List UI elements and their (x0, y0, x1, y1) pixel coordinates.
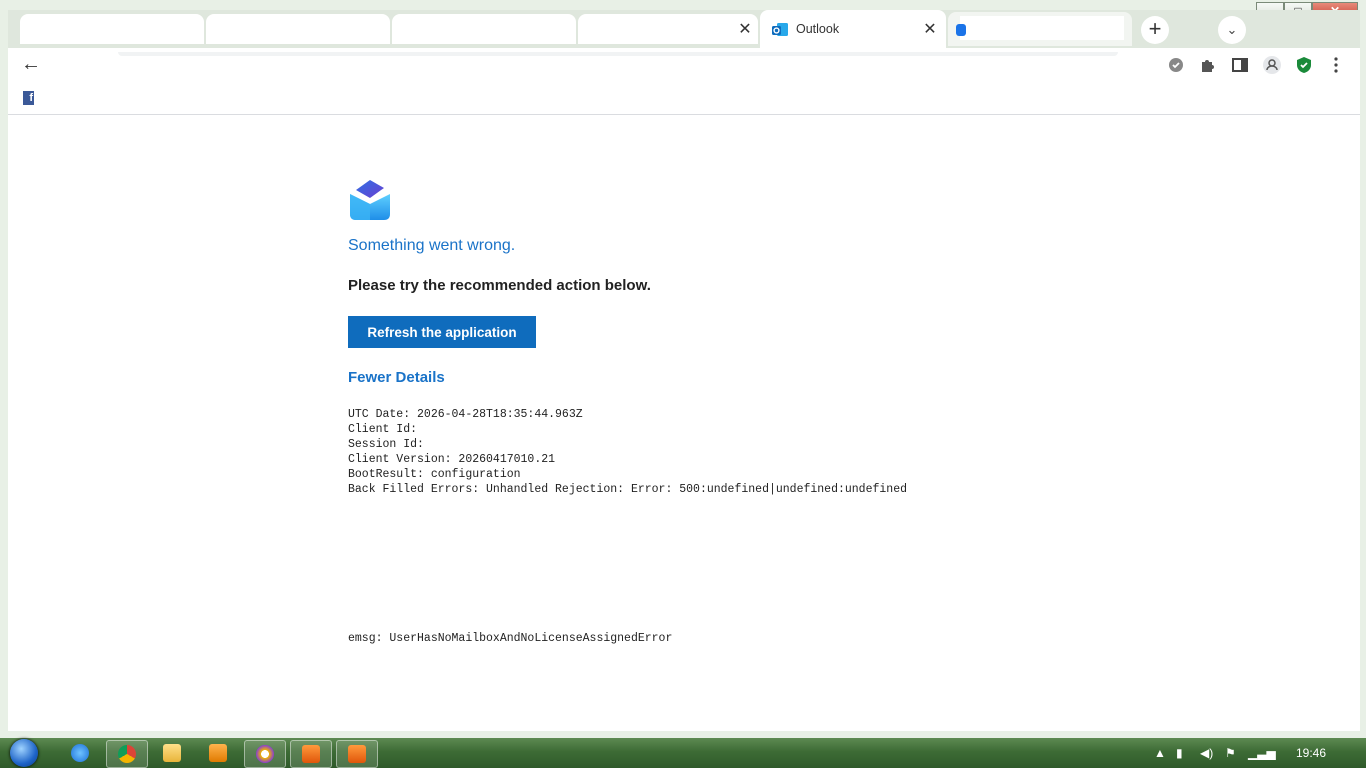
back-arrow-icon[interactable]: ← (20, 54, 42, 76)
tab-6[interactable] (948, 12, 1132, 46)
new-tab-button[interactable]: + (1141, 16, 1169, 44)
client-id-line: Client Id: (348, 423, 418, 436)
facebook-bookmark-icon[interactable]: f (23, 91, 34, 105)
error-details: UTC Date: 2026-04-28T18:35:44.963Z Clien… (348, 407, 907, 497)
tab-4[interactable] (578, 14, 758, 44)
action-center-flag-icon[interactable]: ⚑ (1225, 746, 1236, 760)
utc-date-line: UTC Date: 2026-04-28T18:35:44.963Z (348, 408, 583, 421)
back-filled-errors-line: Back Filled Errors: Unhandled Rejection:… (348, 483, 907, 496)
taskbar-explorer[interactable] (152, 740, 192, 766)
session-id-line: Session Id: (348, 438, 424, 451)
error-message-code: emsg: UserHasNoMailboxAndNoLicenseAssign… (348, 632, 673, 645)
tab-outlook[interactable]: Outlook ✕ (760, 10, 946, 48)
recommended-action-text: Please try the recommended action below. (348, 277, 651, 294)
taskbar-clock[interactable]: 19:46 (1296, 746, 1326, 760)
browser-window: — □ ✕ ✕ Outlook ✕ + ⌄ ← (0, 0, 1366, 738)
volume-icon[interactable]: ◀) (1200, 746, 1213, 760)
browser-toolbar: ← (8, 48, 1360, 82)
power-icon[interactable]: ▮ (1176, 746, 1183, 760)
menu-icon[interactable] (1326, 55, 1346, 75)
windows-orb-icon (10, 739, 38, 767)
start-button[interactable] (6, 738, 44, 768)
taskbar-chrome[interactable] (106, 740, 148, 768)
internet-explorer-icon (71, 744, 89, 762)
tab-title: Outlook (796, 22, 840, 36)
folder-icon (163, 744, 181, 762)
tab-close-icon[interactable]: ✕ (920, 20, 940, 40)
tab-4-close-icon[interactable]: ✕ (735, 20, 755, 40)
address-bar[interactable] (118, 52, 1118, 56)
taskbar-app-2[interactable] (336, 740, 378, 768)
fewer-details-link[interactable]: Fewer Details (348, 369, 445, 386)
tab-6-favicon-icon (956, 24, 966, 36)
bookmarks-bar: f (8, 82, 1360, 115)
browser-2-icon (256, 745, 274, 763)
orange-app-icon (302, 745, 320, 763)
tab-2[interactable] (206, 14, 390, 44)
orange-app-2-icon (348, 745, 366, 763)
error-heading: Something went wrong. (348, 237, 516, 254)
outlook-error-page: Something went wrong. Please try the rec… (8, 115, 1360, 731)
outlook-envelope-logo-icon (350, 180, 390, 220)
puzzle-icon[interactable] (1198, 55, 1218, 75)
tab-1[interactable] (20, 14, 204, 44)
boot-result-line: BootResult: configuration (348, 468, 521, 481)
refresh-application-button[interactable]: Refresh the application (348, 316, 536, 348)
profile-icon[interactable] (1262, 55, 1282, 75)
tab-3[interactable] (392, 14, 576, 44)
taskbar-app-1[interactable] (290, 740, 332, 768)
client-version-line: Client Version: 20260417010.21 (348, 453, 556, 466)
show-hidden-icons-icon[interactable]: ▲ (1154, 746, 1166, 760)
taskbar: ▲ ▮ ◀) ⚑ ▁▃▅ 19:46 (0, 738, 1366, 768)
taskbar-browser-2[interactable] (244, 740, 286, 768)
network-signal-icon[interactable]: ▁▃▅ (1248, 746, 1276, 760)
outlook-favicon-icon (772, 23, 788, 36)
media-player-icon (209, 744, 227, 762)
tab-search-chevron-icon[interactable]: ⌄ (1218, 16, 1246, 44)
chrome-icon (118, 745, 136, 763)
shield-icon[interactable] (1294, 55, 1314, 75)
side-panel-icon[interactable] (1230, 55, 1250, 75)
taskbar-media-player[interactable] (198, 740, 238, 766)
taskbar-ie[interactable] (60, 740, 100, 766)
gear-badge-icon[interactable] (1166, 55, 1186, 75)
